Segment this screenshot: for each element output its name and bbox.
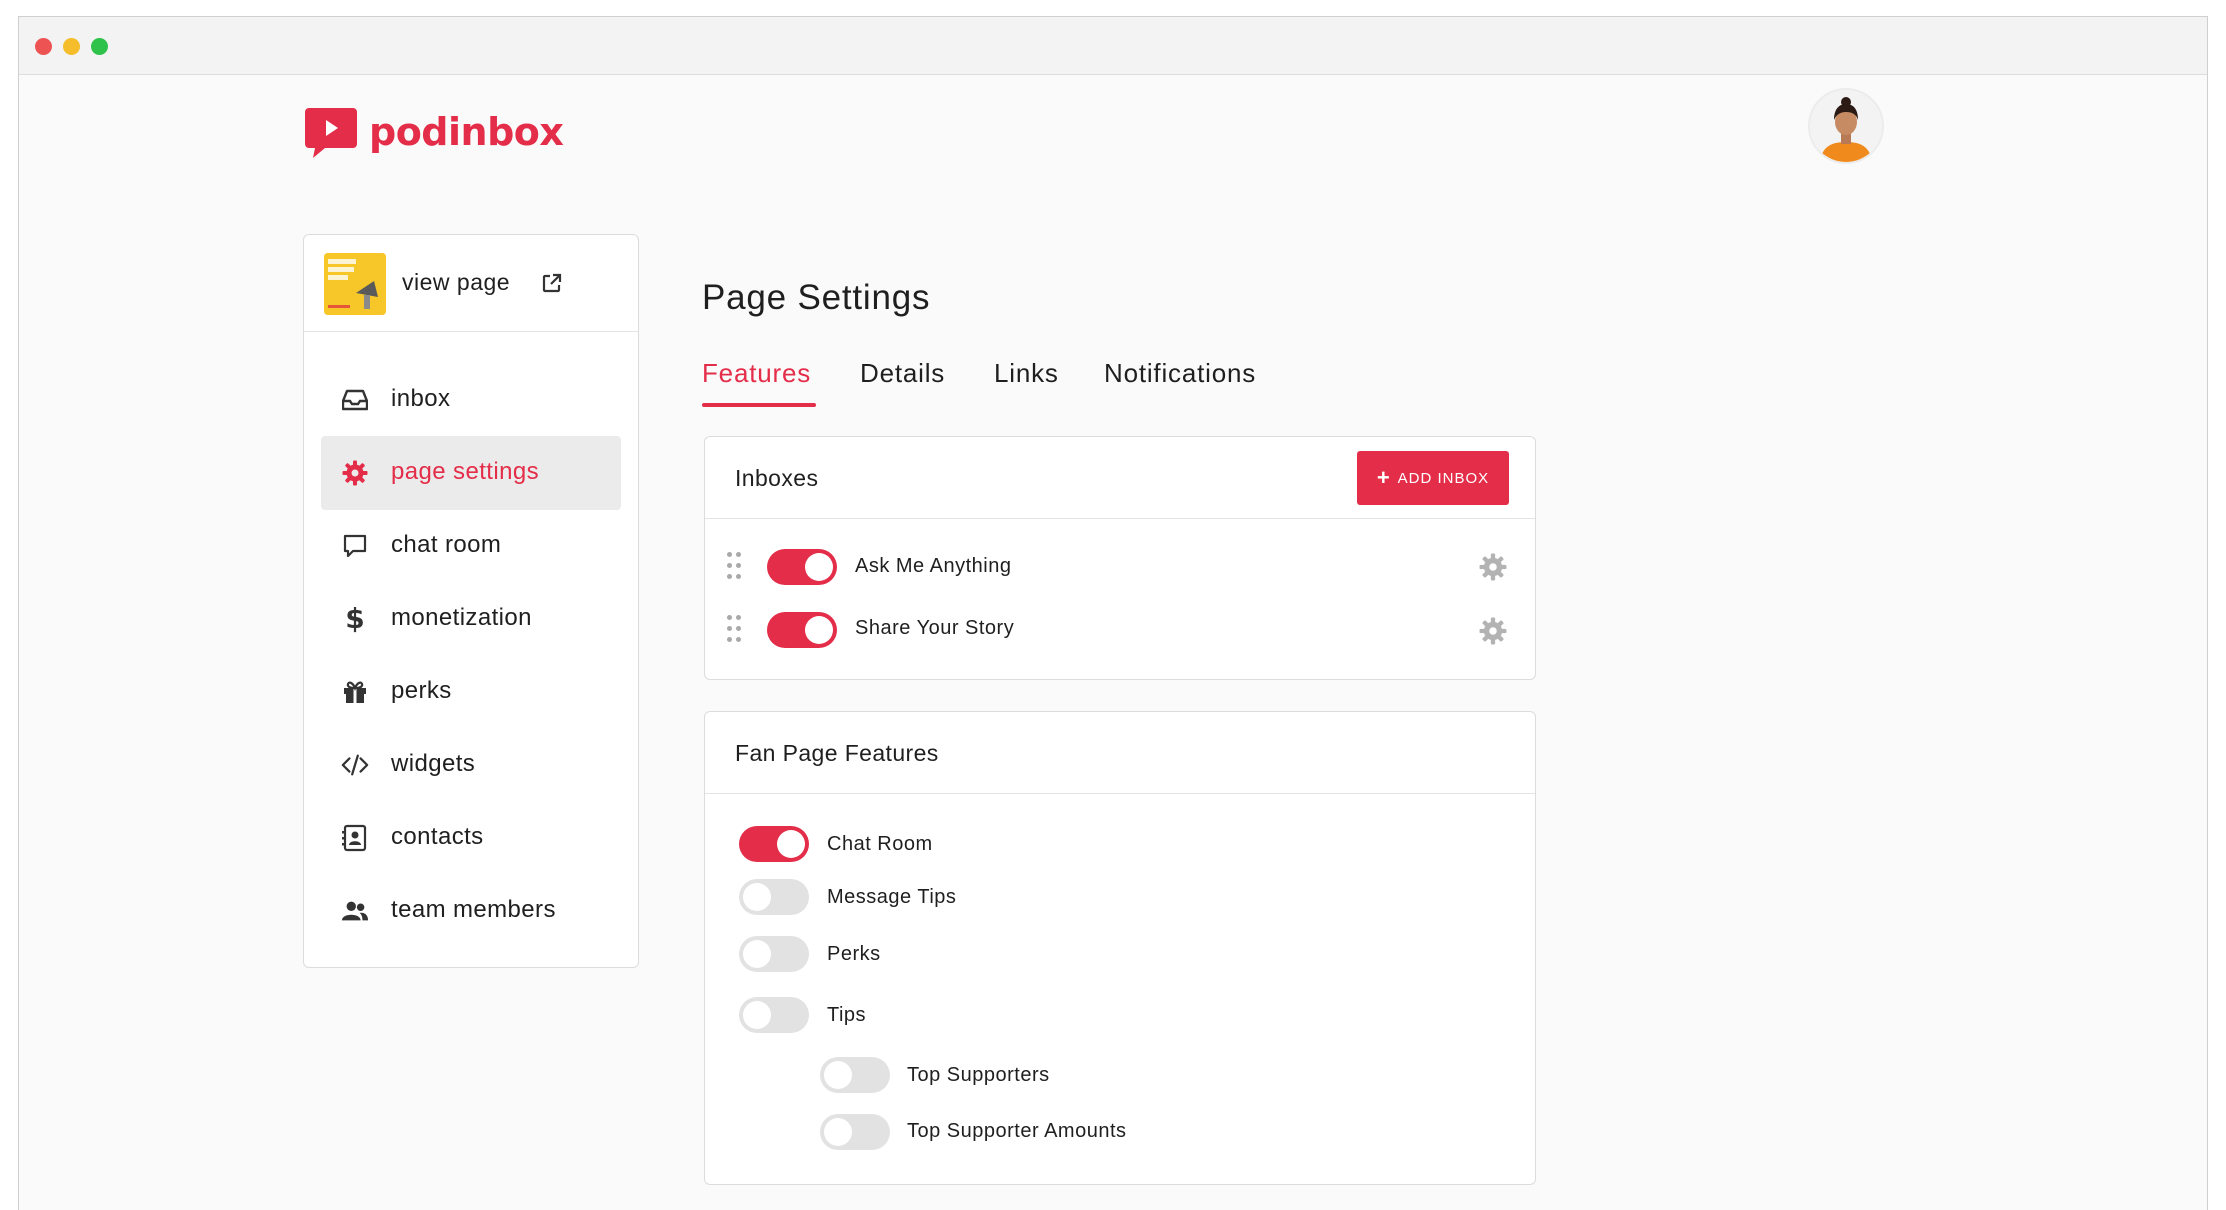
sidebar-item-team-members[interactable]: team members xyxy=(321,874,621,948)
sidebar-item-label: contacts xyxy=(391,823,484,850)
sidebar-item-label: monetization xyxy=(391,604,532,631)
drag-handle-icon[interactable] xyxy=(727,552,743,580)
sidebar-item-page-settings[interactable]: page settings xyxy=(321,436,621,510)
inboxes-card-header: Inboxes + ADD INBOX xyxy=(705,437,1535,519)
chat-bubble-icon xyxy=(341,532,369,560)
gift-icon xyxy=(341,678,369,706)
code-icon xyxy=(341,751,369,779)
play-bubble-icon xyxy=(305,108,357,158)
inbox-label-share-your-story: Share Your Story xyxy=(855,617,1015,639)
fan-page-features-header: Fan Page Features xyxy=(705,712,1535,794)
sidebar-item-label: perks xyxy=(391,677,452,704)
users-icon xyxy=(341,897,369,925)
fan-page-features-card: Fan Page Features Chat Room Message Tips… xyxy=(704,711,1536,1185)
window-titlebar xyxy=(19,17,2207,75)
feature-label-top-supporter-amounts: Top Supporter Amounts xyxy=(907,1120,1127,1142)
tab-features[interactable]: Features xyxy=(702,358,811,389)
user-avatar[interactable] xyxy=(1808,88,1884,164)
sidebar-item-contacts[interactable]: contacts xyxy=(321,801,621,875)
tab-links[interactable]: Links xyxy=(994,358,1059,389)
user-avatar-image xyxy=(1810,90,1882,162)
active-tab-indicator xyxy=(702,403,816,407)
sidebar-item-monetization[interactable]: $ monetization xyxy=(321,582,621,656)
contact-card-icon xyxy=(341,824,369,852)
add-inbox-button[interactable]: + ADD INBOX xyxy=(1357,451,1509,505)
inbox-settings-gear-icon[interactable] xyxy=(1479,553,1507,581)
sidebar-item-label: widgets xyxy=(391,750,476,777)
inbox-toggle-ask-me-anything[interactable] xyxy=(767,549,837,585)
podcast-cover-image xyxy=(324,253,386,315)
sidebar-item-label: inbox xyxy=(391,385,451,412)
close-window-button[interactable] xyxy=(35,38,52,55)
sidebar-item-widgets[interactable]: widgets xyxy=(321,728,621,802)
feature-label-perks: Perks xyxy=(827,943,881,965)
feature-toggle-tips[interactable] xyxy=(739,997,809,1033)
minimize-window-button[interactable] xyxy=(63,38,80,55)
app-logo-text: podinbox xyxy=(369,110,564,154)
inbox-toggle-share-your-story[interactable] xyxy=(767,612,837,648)
inboxes-card-title: Inboxes xyxy=(735,465,819,491)
sidebar-item-perks[interactable]: perks xyxy=(321,655,621,729)
view-page-label: view page xyxy=(402,269,511,295)
feature-label-top-supporters: Top Supporters xyxy=(907,1064,1050,1086)
plus-icon: + xyxy=(1376,465,1391,490)
inbox-label-ask-me-anything: Ask Me Anything xyxy=(855,555,1012,577)
page-title: Page Settings xyxy=(702,278,931,317)
feature-toggle-chat-room[interactable] xyxy=(739,826,809,862)
inbox-settings-gear-icon[interactable] xyxy=(1479,617,1507,645)
podcast-cover-art xyxy=(324,253,386,315)
sidebar-item-label: chat room xyxy=(391,531,502,558)
external-link-icon xyxy=(542,273,562,293)
dollar-icon: $ xyxy=(345,602,365,635)
app-logo[interactable]: podinbox xyxy=(303,104,564,160)
tab-notifications[interactable]: Notifications xyxy=(1104,358,1256,389)
sidebar-item-chat-room[interactable]: chat room xyxy=(321,509,621,583)
sidebar-item-inbox[interactable]: inbox xyxy=(321,363,621,437)
feature-label-message-tips: Message Tips xyxy=(827,886,957,908)
inbox-icon xyxy=(341,386,369,414)
gear-icon xyxy=(341,459,369,487)
add-inbox-label: ADD INBOX xyxy=(1397,469,1490,487)
feature-toggle-top-supporter-amounts[interactable] xyxy=(820,1114,890,1150)
tab-details[interactable]: Details xyxy=(860,358,945,389)
inboxes-card: Inboxes + ADD INBOX Ask Me Anything Shar… xyxy=(704,436,1536,680)
view-page-link[interactable]: view page xyxy=(304,235,638,332)
feature-label-chat-room: Chat Room xyxy=(827,833,933,855)
fan-page-features-title: Fan Page Features xyxy=(735,740,939,766)
feature-toggle-message-tips[interactable] xyxy=(739,879,809,915)
feature-toggle-perks[interactable] xyxy=(739,936,809,972)
sidebar-item-label: team members xyxy=(391,896,556,923)
maximize-window-button[interactable] xyxy=(91,38,108,55)
drag-handle-icon[interactable] xyxy=(727,615,743,643)
sidebar-item-label: page settings xyxy=(391,458,539,485)
feature-label-tips: Tips xyxy=(827,1004,867,1026)
feature-toggle-top-supporters[interactable] xyxy=(820,1057,890,1093)
